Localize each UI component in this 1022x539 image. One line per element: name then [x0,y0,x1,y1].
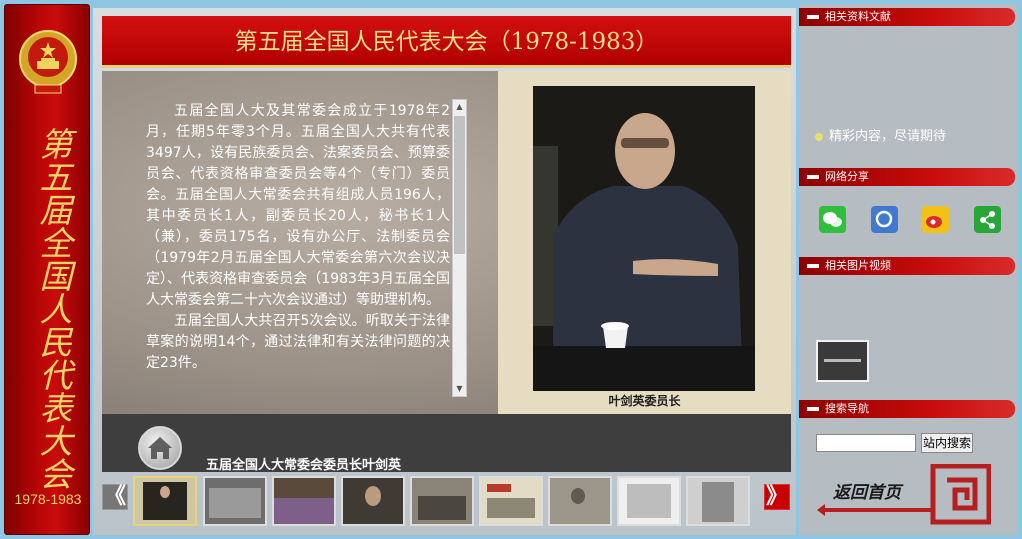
section-header-docs: 相关资料文献 [799,8,1015,26]
article-paragraph: 五届全国人大及其常委会成立于1978年2月，任期5年零3个月。五届全国人大共有代… [146,103,450,308]
section-header-media: 相关图片视频 [799,257,1015,275]
thumbnail[interactable] [341,476,405,526]
docs-note: 精彩内容，尽请期待 [815,125,946,144]
right-sidebar: 相关资料文献 精彩内容，尽请期待 网络分享 相关图片视频 搜索导航 站内搜索 返… [799,4,1017,535]
left-banner: 第五届全国人民代表大会 1978-1983 [4,4,90,535]
article-paragraph: 五届全国人大共召开5次会议。听取关于法律草案的说明14个，通过法律和有关法律问题… [146,313,450,371]
section-header-search: 搜索导航 [799,400,1015,418]
thumbnail[interactable] [548,476,612,526]
thumbnail[interactable] [272,476,336,526]
portrait-photo [533,86,755,391]
thumbnail[interactable] [686,476,750,526]
photo-caption: 叶剑英委员长 [608,394,681,408]
thumbnail[interactable] [617,476,681,526]
photo-panel: 叶剑英委员长 [498,71,791,414]
text-scrollbar[interactable]: ▲ ▼ [452,99,467,397]
bullet-icon [815,132,823,141]
pengyou-icon[interactable] [871,206,898,233]
prev-arrow-button[interactable]: 《 [102,484,128,510]
weibo-icon[interactable] [922,206,949,233]
search-button[interactable]: 站内搜索 [921,433,973,453]
scroll-down-arrow-icon[interactable]: ▼ [453,382,466,396]
thumbnail-strip: 《 》 [102,474,791,530]
back-home-label: 返回首页 [833,483,901,503]
section-header-share: 网络分享 [799,168,1015,186]
video-thumbnail[interactable] [816,340,869,382]
thumbnail[interactable] [479,476,543,526]
content-area: 五届全国人大及其常委会成立于1978年2月，任期5年零3个月。五届全国人大共有代… [102,71,791,414]
article-text: 五届全国人大及其常委会成立于1978年2月，任期5年零3个月。五届全国人大共有代… [146,101,450,391]
docs-note-text: 精彩内容，尽请期待 [829,129,947,144]
thumbnail[interactable] [133,476,197,526]
caption-text: 五届全国人大常委会委员长叶剑英 [206,458,402,473]
scroll-up-arrow-icon[interactable]: ▲ [453,100,466,114]
search-input[interactable] [816,434,916,452]
years-label: 1978-1983 [14,491,82,507]
main-panel: 第五届全国人民代表大会（1978-1983） 五届全国人大及其常委会成立于197… [93,8,796,535]
home-icon[interactable] [138,426,182,470]
page-title: 第五届全国人民代表大会（1978-1983） [102,16,791,68]
back-home-button[interactable]: 返回首页 [815,463,992,526]
scroll-thumb[interactable] [454,116,465,254]
thumbnail[interactable] [410,476,474,526]
thumbnail[interactable] [203,476,267,526]
national-emblem-icon [19,30,77,94]
vertical-title: 第五届全国人民代表大会 [34,126,73,490]
caption-bar: 五届全国人大常委会委员长叶剑英 [102,414,791,473]
wechat-icon[interactable] [819,206,846,233]
next-arrow-button[interactable]: 》 [764,484,790,510]
portrait-illustration [533,86,755,391]
share-icon[interactable] [974,206,1001,233]
